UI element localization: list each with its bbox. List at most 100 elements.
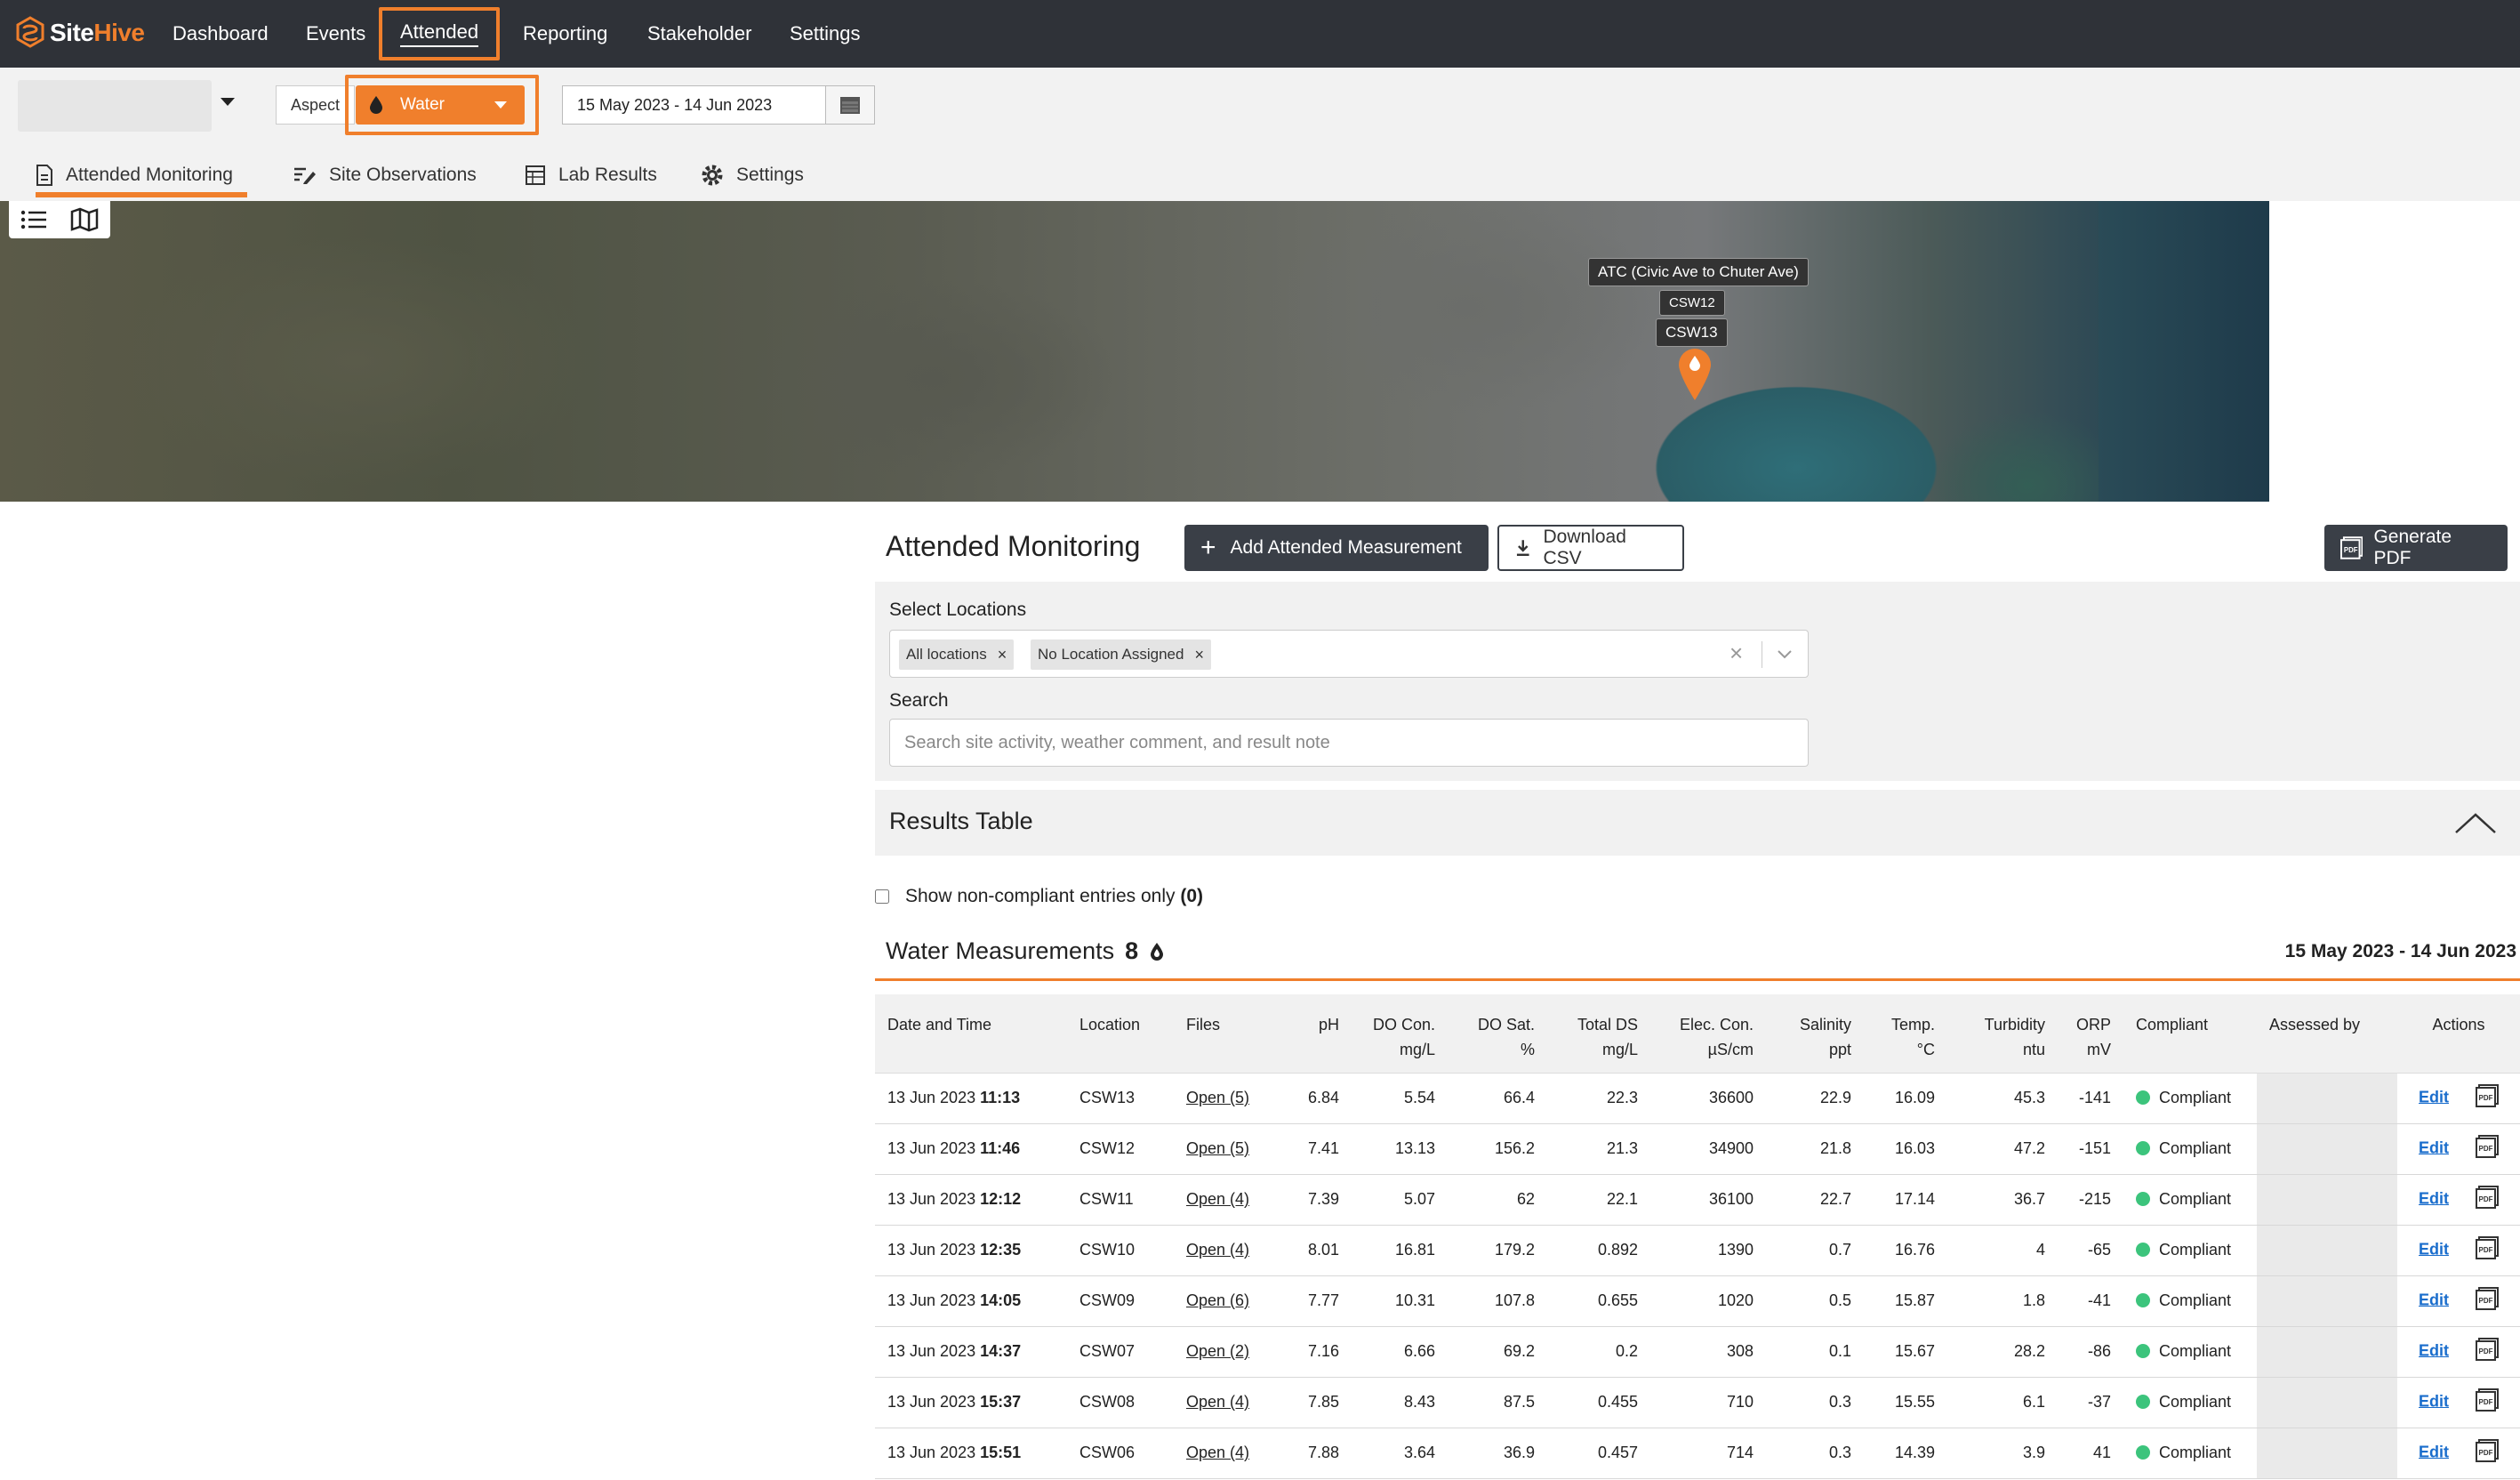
- tab-settings[interactable]: Settings: [701, 149, 804, 201]
- row-pdf-icon[interactable]: PDF: [2476, 1388, 2499, 1416]
- date-range-field[interactable]: 15 May 2023 - 14 Jun 2023: [562, 85, 827, 125]
- col-temp[interactable]: Temp. °C: [1864, 994, 1947, 1074]
- remove-chip-icon[interactable]: ×: [998, 646, 1007, 664]
- generate-pdf-button[interactable]: PDF Generate PDF: [2324, 525, 2508, 571]
- col-orp[interactable]: ORP mV: [2058, 994, 2123, 1074]
- open-files-link[interactable]: Open (2): [1186, 1342, 1249, 1360]
- col-files: Files: [1174, 994, 1272, 1074]
- water-measurements-title: Water Measurements 8: [886, 937, 1165, 965]
- map-label-atc[interactable]: ATC (Civic Ave to Chuter Ave): [1588, 258, 1809, 286]
- cell-do-sat: 36.9: [1448, 1428, 1547, 1479]
- search-input[interactable]: Search site activity, weather comment, a…: [889, 719, 1809, 767]
- pencil-list-icon: [294, 167, 316, 184]
- map-pin-icon[interactable]: [1677, 347, 1713, 406]
- compliant-status-icon: [2136, 1243, 2150, 1257]
- nav-settings[interactable]: Settings: [790, 0, 861, 68]
- tab-site-observations[interactable]: Site Observations: [293, 149, 477, 201]
- col-date-time[interactable]: Date and Time: [875, 994, 1067, 1074]
- cell-date-time: 13 Jun 2023 14:37: [875, 1326, 1067, 1378]
- cell-location: CSW06: [1067, 1428, 1174, 1479]
- clear-all-icon[interactable]: ×: [1729, 639, 1743, 667]
- col-location[interactable]: Location: [1067, 994, 1174, 1074]
- tab-lab-results[interactable]: Lab Results: [525, 149, 657, 201]
- cell-elec-con: 1020: [1650, 1275, 1766, 1327]
- document-icon: [36, 165, 52, 186]
- open-files-link[interactable]: Open (4): [1186, 1444, 1249, 1461]
- open-files-link[interactable]: Open (5): [1186, 1139, 1249, 1157]
- results-table-header[interactable]: Results Table: [875, 790, 2520, 856]
- open-files-link[interactable]: Open (5): [1186, 1089, 1249, 1106]
- compliant-status-icon: [2136, 1090, 2150, 1105]
- site-select-caret-icon[interactable]: [221, 98, 235, 106]
- edit-link[interactable]: Edit: [2419, 1291, 2449, 1308]
- noncompliant-checkbox[interactable]: [875, 889, 889, 904]
- edit-link[interactable]: Edit: [2419, 1392, 2449, 1410]
- list-view-icon[interactable]: [20, 208, 47, 231]
- calendar-button[interactable]: [825, 85, 875, 125]
- edit-link[interactable]: Edit: [2419, 1443, 2449, 1460]
- svg-text:PDF: PDF: [2344, 546, 2358, 554]
- row-pdf-icon[interactable]: PDF: [2476, 1439, 2499, 1467]
- row-pdf-icon[interactable]: PDF: [2476, 1135, 2499, 1162]
- cell-elec-con: 34900: [1650, 1123, 1766, 1175]
- open-files-link[interactable]: Open (4): [1186, 1393, 1249, 1411]
- location-chip-none-label: No Location Assigned: [1038, 646, 1184, 663]
- edit-link[interactable]: Edit: [2419, 1341, 2449, 1359]
- open-files-link[interactable]: Open (4): [1186, 1241, 1249, 1259]
- row-pdf-icon[interactable]: PDF: [2476, 1186, 2499, 1213]
- nav-attended[interactable]: Attended: [379, 7, 501, 60]
- cell-temp: 16.76: [1864, 1225, 1947, 1276]
- cell-do-sat: 69.2: [1448, 1326, 1547, 1378]
- row-pdf-icon[interactable]: PDF: [2476, 1084, 2499, 1112]
- col-do-con[interactable]: DO Con. mg/L: [1352, 994, 1448, 1074]
- map-label-csw13[interactable]: CSW13: [1656, 318, 1728, 347]
- nav-events[interactable]: Events: [306, 0, 365, 68]
- add-attended-measurement-button[interactable]: + Add Attended Measurement: [1184, 525, 1489, 571]
- col-turbidity[interactable]: Turbidity ntu: [1947, 994, 2058, 1074]
- cell-date-time: 13 Jun 2023 14:05: [875, 1275, 1067, 1327]
- col-salinity[interactable]: Salinity ppt: [1766, 994, 1864, 1074]
- locations-multiselect[interactable]: All locations × No Location Assigned × ×: [889, 630, 1809, 678]
- col-do-sat[interactable]: DO Sat.%: [1448, 994, 1547, 1074]
- remove-chip-icon[interactable]: ×: [1194, 646, 1204, 664]
- edit-link[interactable]: Edit: [2419, 1088, 2449, 1106]
- satellite-map[interactable]: ATC (Civic Ave to Chuter Ave) CSW12 CSW1…: [0, 201, 2273, 502]
- nav-reporting[interactable]: Reporting: [523, 0, 607, 68]
- nav-dashboard[interactable]: Dashboard: [173, 0, 269, 68]
- col-compliant[interactable]: Compliant: [2123, 994, 2257, 1074]
- cell-total-ds: 21.3: [1547, 1123, 1650, 1175]
- compliant-status-icon: [2136, 1344, 2150, 1358]
- map-label-csw12[interactable]: CSW12: [1659, 290, 1725, 316]
- noncompliant-toggle[interactable]: Show non-compliant entries only (0): [875, 886, 1203, 907]
- sitehive-logo[interactable]: SiteHive: [14, 16, 145, 50]
- cell-elec-con: 1390: [1650, 1225, 1766, 1276]
- edit-link[interactable]: Edit: [2419, 1138, 2449, 1156]
- map-view-icon[interactable]: [70, 207, 99, 232]
- tab-site-observations-label: Site Observations: [329, 165, 477, 185]
- row-pdf-icon[interactable]: PDF: [2476, 1338, 2499, 1365]
- aspect-dropdown[interactable]: Water: [356, 85, 525, 125]
- aspect-value: Water: [400, 95, 445, 114]
- row-pdf-icon[interactable]: PDF: [2476, 1236, 2499, 1264]
- edit-link[interactable]: Edit: [2419, 1189, 2449, 1207]
- site-select[interactable]: [18, 80, 212, 132]
- cell-orp: -215: [2058, 1174, 2123, 1226]
- compliant-status-label: Compliant: [2159, 1089, 2232, 1106]
- location-chip-none: No Location Assigned ×: [1031, 639, 1211, 670]
- col-total-ds[interactable]: Total DS mg/L: [1547, 994, 1650, 1074]
- cell-turbidity: 6.1: [1947, 1377, 2058, 1428]
- download-csv-button[interactable]: Download CSV: [1497, 525, 1684, 571]
- chevron-down-icon[interactable]: [1776, 643, 1794, 664]
- row-pdf-icon[interactable]: PDF: [2476, 1287, 2499, 1315]
- open-files-link[interactable]: Open (6): [1186, 1291, 1249, 1309]
- cell-do-con: 3.64: [1352, 1428, 1448, 1479]
- open-files-link[interactable]: Open (4): [1186, 1190, 1249, 1208]
- col-elec-con[interactable]: Elec. Con. µS/cm: [1650, 994, 1766, 1074]
- cell-date-time: 13 Jun 2023 11:13: [875, 1073, 1067, 1124]
- cell-ph: 7.16: [1272, 1326, 1352, 1378]
- edit-link[interactable]: Edit: [2419, 1240, 2449, 1258]
- col-assessed-by[interactable]: Assessed by: [2257, 994, 2397, 1074]
- col-ph[interactable]: pH: [1272, 994, 1352, 1074]
- chevron-up-icon[interactable]: [2454, 809, 2497, 836]
- nav-stakeholder[interactable]: Stakeholder: [647, 0, 751, 68]
